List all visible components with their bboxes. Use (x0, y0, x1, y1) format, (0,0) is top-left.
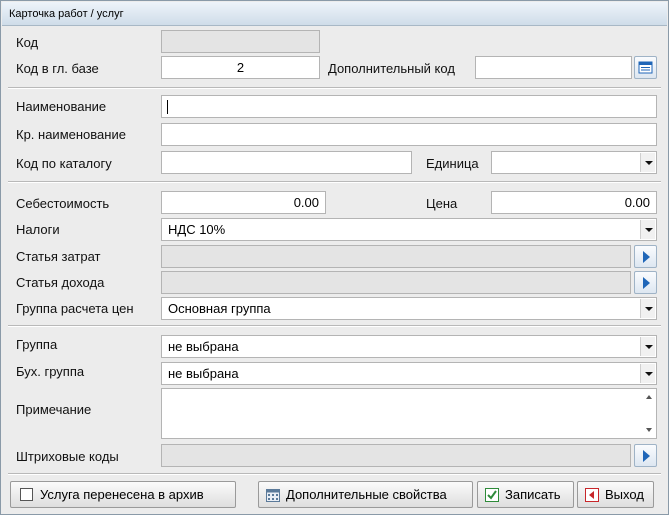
expense-item-select-button[interactable] (634, 245, 657, 268)
extra-properties-button[interactable]: Дополнительные свойства (258, 481, 473, 508)
group-value: не выбрана (168, 339, 239, 354)
barcodes-field (161, 444, 631, 467)
accounting-group-label: Бух. группа (16, 364, 85, 379)
income-item-field (161, 271, 631, 294)
calendar-grid-icon (266, 489, 280, 502)
cost-price-field[interactable]: 0.00 (161, 191, 326, 214)
additional-code-field[interactable] (475, 56, 632, 79)
text-cursor (167, 100, 168, 114)
table-icon (638, 61, 653, 74)
price-label: Цена (426, 196, 458, 211)
save-label: Записать (505, 487, 561, 502)
main-base-code-field[interactable]: 2 (161, 56, 320, 79)
taxes-select[interactable]: НДС 10% (161, 218, 657, 241)
short-name-label: Кр. наименование (16, 127, 126, 142)
note-textarea[interactable] (161, 388, 657, 439)
work-service-card-window: Карточка работ / услуг Код Код в гл. баз… (0, 0, 669, 515)
archived-checkbox-label: Услуга перенесена в архив (40, 487, 204, 502)
unit-label: Единица (426, 156, 479, 171)
main-base-code-label: Код в гл. базе (16, 61, 99, 76)
barcodes-select-button[interactable] (634, 444, 657, 467)
price-field[interactable]: 0.00 (491, 191, 657, 214)
unit-select[interactable] (491, 151, 657, 174)
separator (8, 181, 661, 183)
taxes-value: НДС 10% (168, 222, 226, 237)
price-group-label: Группа расчета цен (16, 301, 134, 316)
note-label: Примечание (16, 402, 92, 417)
name-label: Наименование (16, 99, 107, 114)
chevron-down-icon[interactable] (640, 299, 655, 318)
chevron-down-icon[interactable] (640, 220, 655, 239)
chevron-down-icon[interactable] (640, 364, 655, 383)
window-title: Карточка работ / услуг (9, 8, 124, 20)
additional-code-lookup-button[interactable] (634, 56, 657, 79)
separator (8, 473, 661, 475)
cost-price-label: Себестоимость (16, 196, 110, 211)
catalog-code-label: Код по каталогу (16, 156, 112, 171)
short-name-field[interactable] (161, 123, 657, 146)
exit-button[interactable]: Выход (577, 481, 654, 508)
save-button[interactable]: Записать (477, 481, 574, 508)
name-field[interactable] (161, 95, 657, 118)
taxes-label: Налоги (16, 222, 60, 237)
accounting-group-value: не выбрана (168, 366, 239, 381)
group-label: Группа (16, 337, 58, 352)
save-green-icon (485, 488, 499, 502)
chevron-down-icon[interactable] (640, 337, 655, 356)
exit-label: Выход (605, 487, 644, 502)
separator (8, 87, 661, 89)
additional-code-label: Дополнительный код (328, 61, 455, 76)
catalog-code-field[interactable] (161, 151, 412, 174)
price-group-select[interactable]: Основная группа (161, 297, 657, 320)
code-field (161, 30, 320, 53)
expense-item-label: Статья затрат (16, 249, 101, 264)
title-bar[interactable]: Карточка работ / услуг (2, 2, 667, 26)
barcodes-label: Штриховые коды (16, 449, 119, 464)
income-item-select-button[interactable] (634, 271, 657, 294)
accounting-group-select[interactable]: не выбрана (161, 362, 657, 385)
income-item-label: Статья дохода (16, 275, 105, 290)
code-label: Код (16, 35, 39, 50)
separator (8, 325, 661, 327)
scroll-up-icon[interactable] (646, 395, 652, 399)
extra-properties-label: Дополнительные свойства (286, 487, 447, 502)
group-select[interactable]: не выбрана (161, 335, 657, 358)
chevron-down-icon[interactable] (640, 153, 655, 172)
price-group-value: Основная группа (168, 301, 271, 316)
checkbox-box[interactable] (20, 488, 33, 501)
archived-checkbox[interactable]: Услуга перенесена в архив (10, 481, 236, 508)
expense-item-field (161, 245, 631, 268)
exit-red-icon (585, 488, 599, 502)
scroll-down-icon[interactable] (646, 428, 652, 432)
